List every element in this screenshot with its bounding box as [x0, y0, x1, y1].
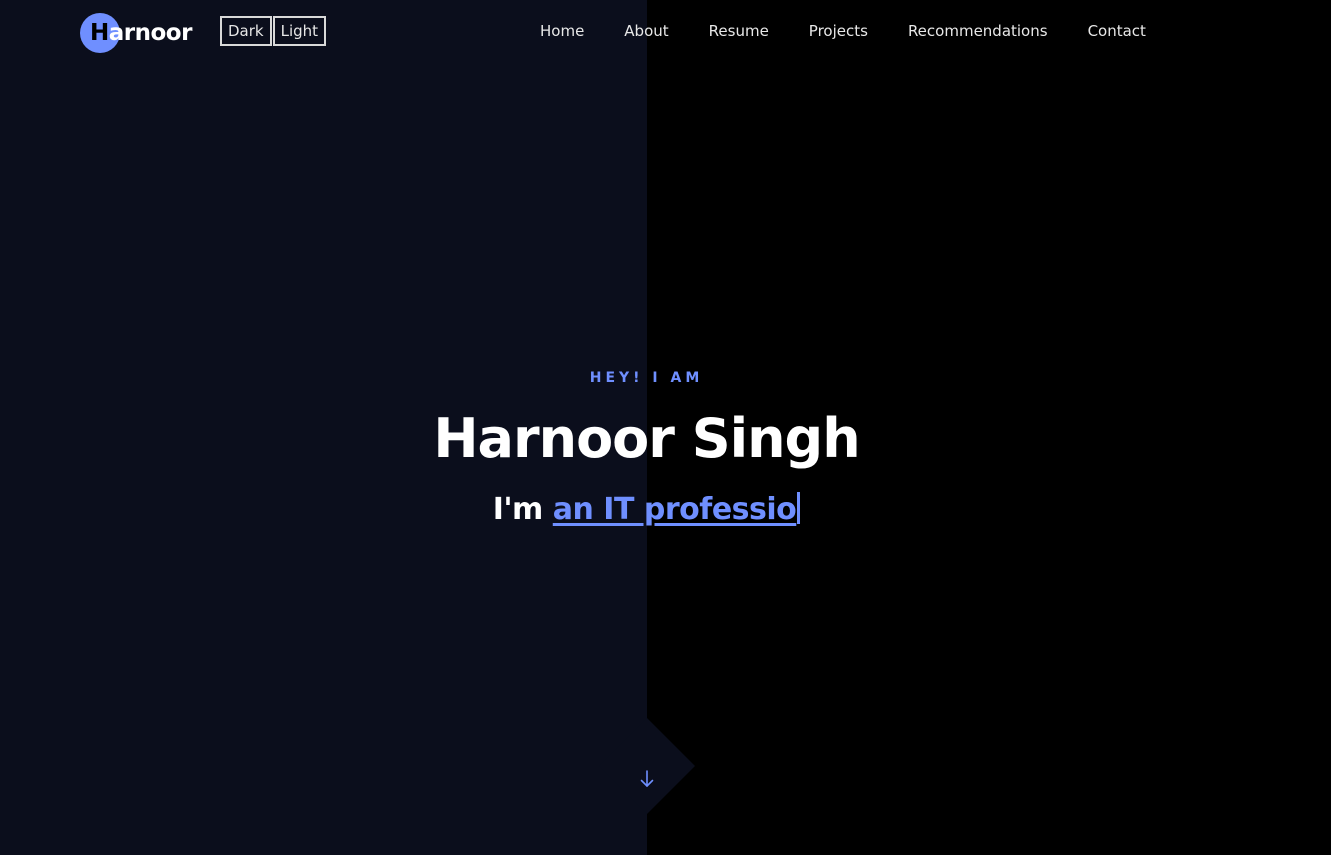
nav-projects[interactable]: Projects [809, 20, 868, 42]
logo-text: Harnoor [80, 13, 192, 53]
typing-caret [797, 492, 801, 524]
theme-toggle: Dark Light [220, 16, 327, 46]
nav-resume[interactable]: Resume [709, 20, 769, 42]
site-logo[interactable]: Harnoor [80, 13, 192, 53]
site-header: Harnoor Dark Light Home About Resume Pro… [0, 0, 1331, 64]
arrow-down-icon[interactable] [637, 768, 657, 790]
nav-recommendations[interactable]: Recommendations [908, 20, 1048, 42]
light-theme-button[interactable]: Light [272, 16, 327, 46]
main-nav: Home About Resume Projects Recommendatio… [540, 20, 1146, 42]
nav-about[interactable]: About [624, 20, 668, 42]
hero-tagline: I'm an IT professio [0, 490, 1293, 530]
hero-section: HEY! I AM Harnoor Singh I'm an IT profes… [0, 368, 1293, 530]
hero-eyebrow: HEY! I AM [589, 370, 704, 386]
dark-theme-button[interactable]: Dark [220, 16, 272, 46]
logo-rest: arnoor [108, 20, 193, 46]
page: Harnoor Dark Light Home About Resume Pro… [0, 0, 1331, 855]
hero-tagline-prefix: I'm [492, 492, 553, 527]
logo-first-letter: H [90, 20, 109, 46]
nav-home[interactable]: Home [540, 20, 584, 42]
hero-name: Harnoor Singh [433, 407, 860, 470]
nav-contact[interactable]: Contact [1088, 20, 1146, 42]
hero-typed-text: an IT professio [552, 492, 797, 527]
arrow-down-svg [640, 770, 654, 787]
